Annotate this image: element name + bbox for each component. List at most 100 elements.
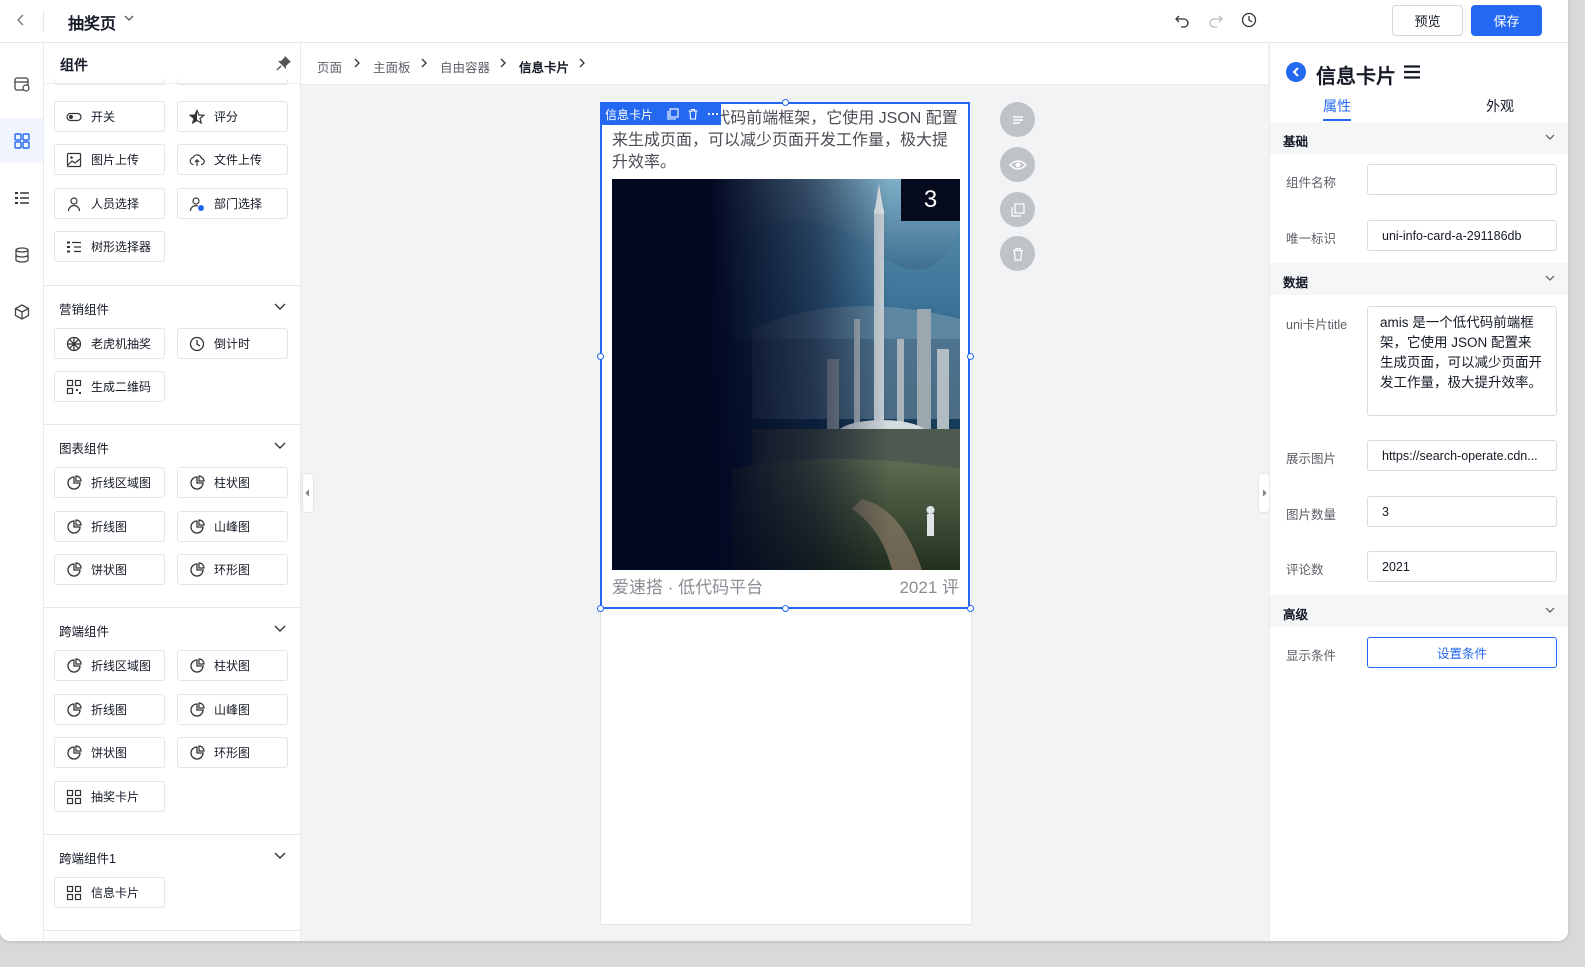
component-chart-line[interactable]: 折线图 xyxy=(54,511,165,542)
chevron-down-icon[interactable] xyxy=(123,12,135,27)
component-chart-area[interactable]: 折线区域图 xyxy=(54,467,165,498)
resize-handle[interactable] xyxy=(967,353,974,360)
eye-icon[interactable] xyxy=(1000,147,1035,182)
component-lottery-card[interactable]: 抽奖卡片 xyxy=(54,781,165,812)
section-title: 高级 xyxy=(1283,608,1309,622)
back-icon[interactable] xyxy=(12,11,30,29)
resize-handle[interactable] xyxy=(967,605,974,612)
database-icon[interactable] xyxy=(0,232,43,277)
component-slot-machine[interactable]: 老虎机抽奖 xyxy=(54,328,165,359)
copy-icon[interactable] xyxy=(666,108,679,121)
component-person-select[interactable]: 人员选择 xyxy=(54,188,165,219)
component-rating[interactable]: 评分 xyxy=(177,101,288,132)
page-outline-icon[interactable] xyxy=(0,61,43,106)
group-title-cross-platform-1[interactable]: 跨端组件1 xyxy=(59,848,116,867)
component-chart-ring[interactable]: 环形图 xyxy=(177,554,288,585)
resize-handle[interactable] xyxy=(597,353,604,360)
card-title-textarea[interactable]: amis 是一个低代码前端框架，它使用 JSON 配置来生成页面，可以减少页面开… xyxy=(1367,306,1557,416)
group-title-charts[interactable]: 图表组件 xyxy=(59,438,109,457)
save-button[interactable]: 保存 xyxy=(1471,5,1542,36)
chevron-down-icon[interactable] xyxy=(273,438,287,452)
outline-list-icon[interactable] xyxy=(0,175,43,220)
partial-component-button xyxy=(54,79,165,85)
image-upload-icon xyxy=(66,152,82,168)
set-condition-button[interactable]: 设置条件 xyxy=(1367,637,1557,668)
breadcrumb: 页面 主面板 自由容器 信息卡片 xyxy=(301,43,1268,85)
component-label: 山峰图 xyxy=(214,520,251,534)
star-rating-icon xyxy=(189,108,205,125)
breadcrumb-item[interactable]: 自由容器 xyxy=(440,57,490,76)
component-cross-chart-pie[interactable]: 饼状图 xyxy=(54,737,165,768)
component-cross-chart-area[interactable]: 折线区域图 xyxy=(54,650,165,681)
component-department-select[interactable]: 部门选择 xyxy=(177,188,288,219)
field-label: 评论数 xyxy=(1286,563,1324,577)
image-count-input[interactable]: 3 xyxy=(1367,496,1557,527)
chevron-down-icon[interactable] xyxy=(273,621,287,635)
component-label: 生成二维码 xyxy=(91,380,152,394)
redo-icon[interactable] xyxy=(1207,11,1225,29)
info-card-image[interactable]: 3 xyxy=(612,179,960,570)
component-file-upload[interactable]: 文件上传 xyxy=(177,144,288,175)
component-image-upload[interactable]: 图片上传 xyxy=(54,144,165,175)
component-label: 文件上传 xyxy=(214,153,263,167)
breadcrumb-item[interactable]: 页面 xyxy=(317,57,342,76)
section-advanced[interactable]: 高级 xyxy=(1270,595,1568,627)
field-label: 显示条件 xyxy=(1286,649,1337,663)
component-tree-select[interactable]: 树形选择器 xyxy=(54,231,165,262)
tab-properties[interactable]: 属性 xyxy=(1323,96,1351,116)
component-info-card[interactable]: 信息卡片 xyxy=(54,877,165,908)
page-settings-icon[interactable] xyxy=(1000,102,1035,137)
image-url-input[interactable]: https://search-operate.cdn... xyxy=(1367,440,1557,471)
component-cross-chart-line[interactable]: 折线图 xyxy=(54,694,165,725)
breadcrumb-item[interactable]: 主面板 xyxy=(373,57,411,76)
component-label: 折线图 xyxy=(91,703,128,717)
copy-icon[interactable] xyxy=(1000,192,1035,227)
components-grid-icon[interactable] xyxy=(0,118,43,163)
comments-count-input[interactable]: 2021 xyxy=(1367,551,1557,582)
component-cross-chart-ring[interactable]: 环形图 xyxy=(177,737,288,768)
component-name-input[interactable] xyxy=(1367,164,1557,195)
resize-handle[interactable] xyxy=(782,605,789,612)
component-label: 部门选择 xyxy=(214,197,263,211)
component-cross-chart-bar[interactable]: 柱状图 xyxy=(177,650,288,681)
resize-handle[interactable] xyxy=(597,605,604,612)
breadcrumb-item-current[interactable]: 信息卡片 xyxy=(519,57,569,76)
component-chart-peak[interactable]: 山峰图 xyxy=(177,511,288,542)
back-circle-icon[interactable] xyxy=(1286,62,1306,82)
component-chart-bar[interactable]: 柱状图 xyxy=(177,467,288,498)
component-countdown[interactable]: 倒计时 xyxy=(177,328,288,359)
selection-tag-label[interactable]: 信息卡片 xyxy=(605,106,653,123)
field-label: 展示图片 xyxy=(1286,452,1337,466)
pin-icon[interactable] xyxy=(276,55,292,71)
chevron-down-icon[interactable] xyxy=(273,299,287,313)
history-clock-icon[interactable] xyxy=(1240,11,1258,29)
section-basic[interactable]: 基础 xyxy=(1270,122,1568,154)
resize-handle[interactable] xyxy=(782,99,789,106)
section-data[interactable]: 数据 xyxy=(1270,263,1568,295)
page-title[interactable]: 抽奖页 xyxy=(68,10,116,34)
group-title-cross-platform[interactable]: 跨端组件 xyxy=(59,621,109,640)
menu-icon[interactable] xyxy=(1403,65,1421,79)
undo-icon[interactable] xyxy=(1173,11,1191,29)
component-qrcode[interactable]: 生成二维码 xyxy=(54,371,165,402)
chevron-down-icon xyxy=(1544,272,1556,284)
cube-icon[interactable] xyxy=(0,289,43,334)
trash-icon[interactable] xyxy=(1000,236,1035,271)
chevron-right-icon xyxy=(498,57,508,69)
unique-id-input[interactable]: uni-info-card-a-291186db xyxy=(1367,220,1557,251)
component-switch[interactable]: 开关 xyxy=(54,101,165,132)
clock-icon xyxy=(189,336,205,352)
image-count-badge: 3 xyxy=(901,179,960,221)
chevron-down-icon[interactable] xyxy=(273,848,287,862)
component-chart-pie[interactable]: 饼状图 xyxy=(54,554,165,585)
sci-fi-city-illustration xyxy=(612,179,960,570)
more-icon[interactable] xyxy=(706,108,719,121)
collapse-left-panel-handle[interactable] xyxy=(302,473,314,513)
preview-button[interactable]: 预览 xyxy=(1392,5,1463,36)
group-title-marketing[interactable]: 营销组件 xyxy=(59,299,109,318)
properties-panel-title: 信息卡片 xyxy=(1316,66,1396,88)
tab-appearance[interactable]: 外观 xyxy=(1486,96,1514,116)
delete-icon[interactable] xyxy=(686,108,699,121)
component-cross-chart-peak[interactable]: 山峰图 xyxy=(177,694,288,725)
component-label: 折线图 xyxy=(91,520,128,534)
